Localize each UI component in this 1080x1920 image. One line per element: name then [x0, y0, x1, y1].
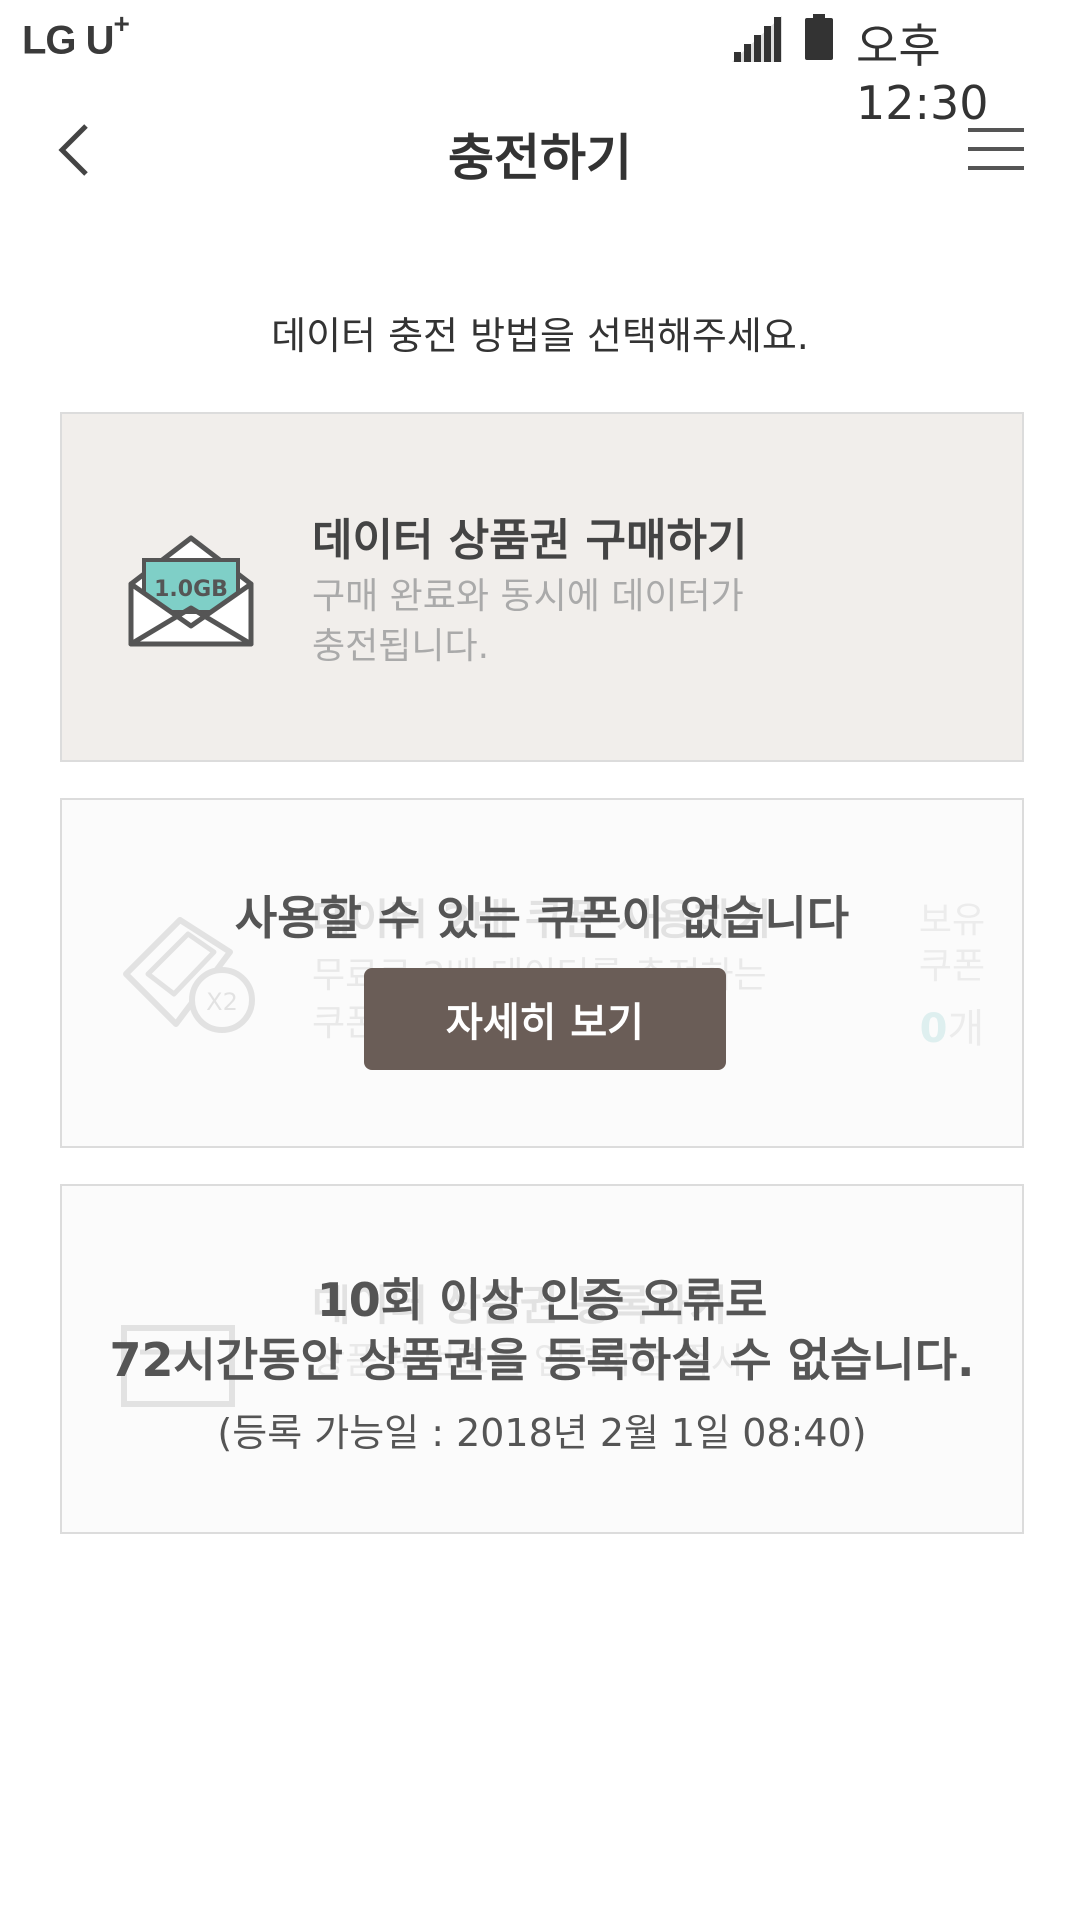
- buy-voucher-title: 데이터 상품권 구매하기: [312, 515, 748, 566]
- svg-text:X2: X2: [206, 988, 238, 1016]
- register-voucher-card: 데이터 상품권 등록하기 상품권 번호를 입력하면 즉시 10회 이상 인증 오…: [60, 1184, 1024, 1534]
- owned-coupon-count: 0개: [919, 1006, 985, 1052]
- no-coupon-message: 사용할 수 있는 쿠폰이 없습니다: [234, 891, 850, 945]
- voucher-badge-text: 1.0GB: [154, 577, 228, 602]
- buy-data-voucher-card[interactable]: 1.0GB 데이터 상품권 구매하기 구매 완료와 동시에 데이터가 충전됩니다…: [60, 412, 1024, 762]
- page-subtitle: 데이터 충전 방법을 선택해주세요.: [271, 314, 809, 358]
- signal-icon: [732, 16, 782, 62]
- auth-error-message-line1: 10회 이상 인증 오류로: [316, 1273, 768, 1327]
- view-details-button[interactable]: 자세히 보기: [364, 968, 726, 1070]
- use-coupon-card: X2 데이터 2배 쿠폰 사용하기 무료로 2배 데이터를 충전하는 쿠폰 보유…: [60, 798, 1024, 1148]
- app-header: 충전하기: [0, 80, 1080, 220]
- battery-icon: [805, 14, 833, 60]
- hamburger-menu-icon[interactable]: [968, 128, 1024, 172]
- buy-voucher-description: 구매 완료와 동시에 데이터가 충전됩니다.: [312, 576, 744, 667]
- page-title: 충전하기: [448, 129, 632, 187]
- envelope-icon: 1.0GB: [128, 535, 254, 647]
- carrier-logo: LG U+: [22, 8, 130, 63]
- registration-available-date: (등록 가능일 : 2018년 2월 1일 08:40): [217, 1411, 867, 1455]
- auth-error-message-line2: 72시간동안 상품권을 등록하실 수 없습니다.: [109, 1333, 975, 1387]
- status-bar: LG U+ 오후 12:30: [0, 0, 1080, 130]
